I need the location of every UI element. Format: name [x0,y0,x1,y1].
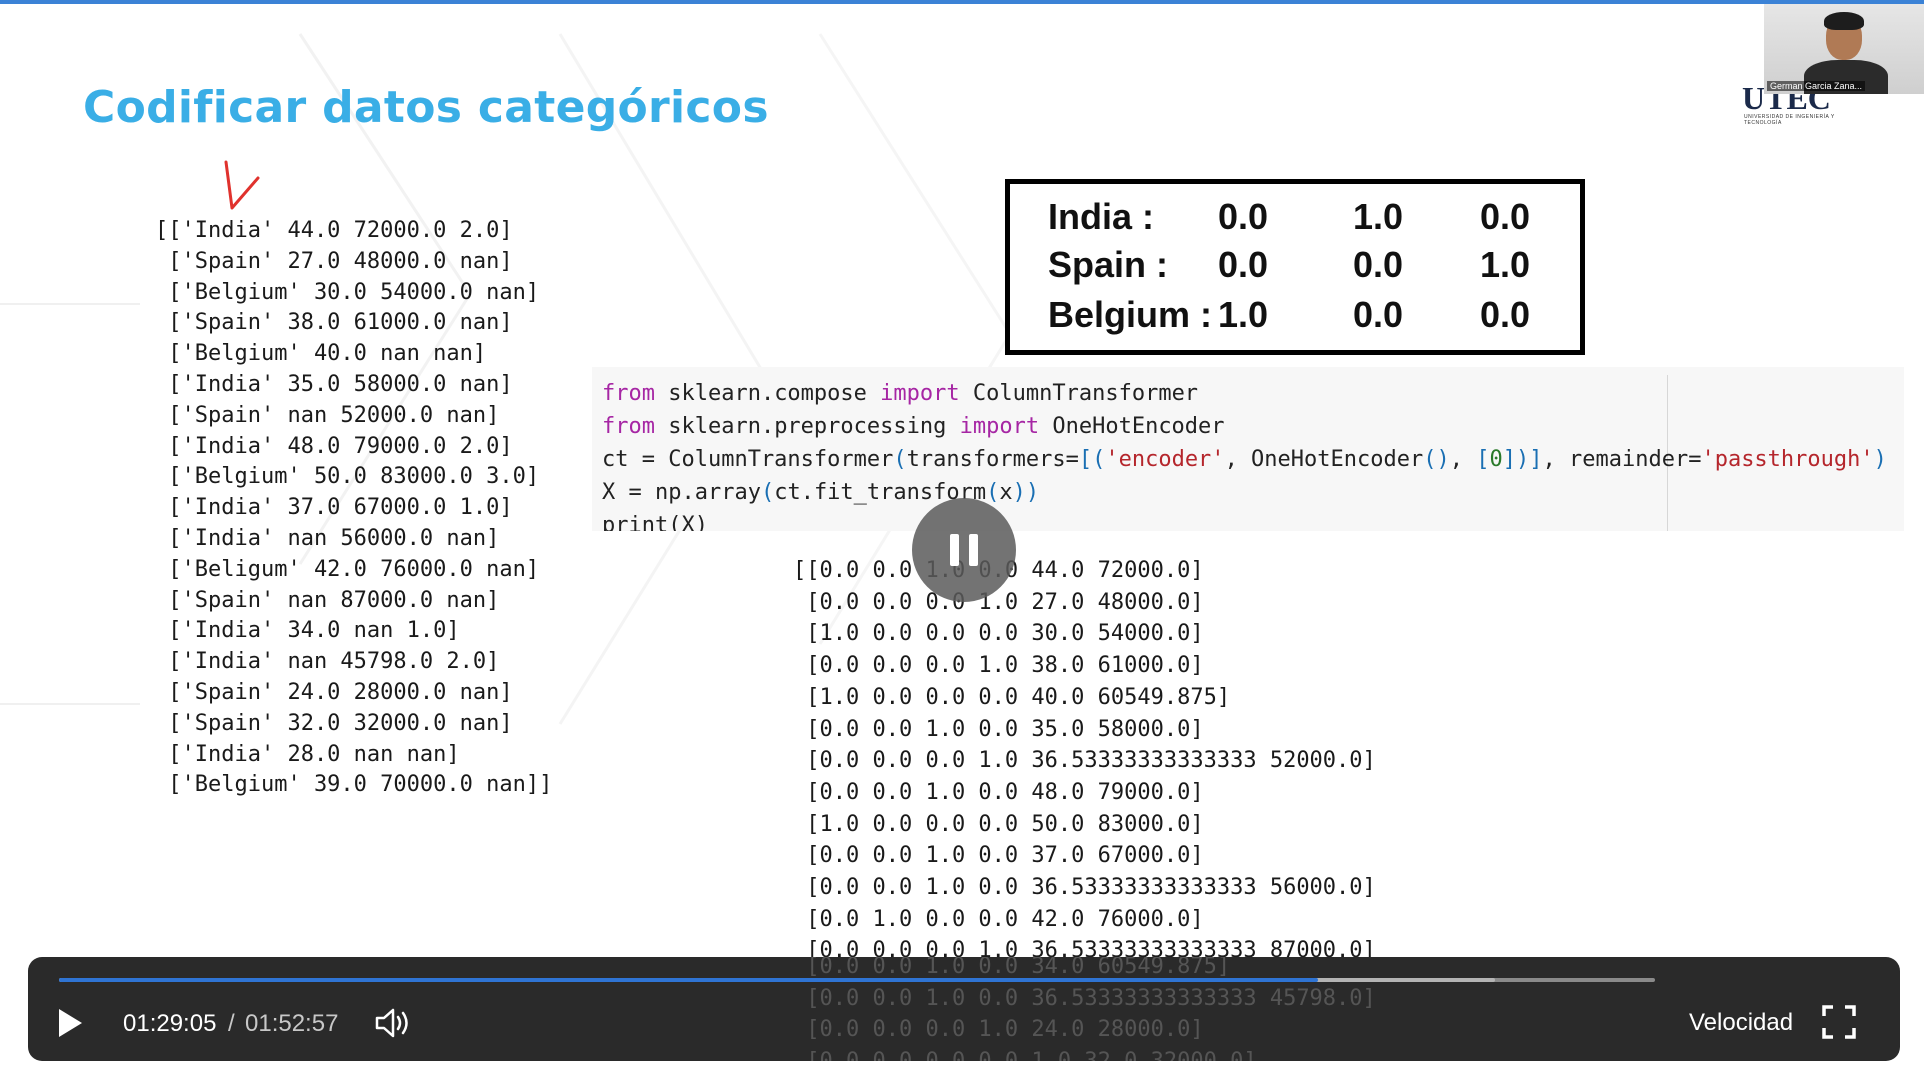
encoded-row: [0.0 0.0 0.0 0.0 1.0 32.0 32000.0] [793,1046,1376,1061]
encoded-row: [0.0 0.0 1.0 0.0 36.53333333333333 56000… [793,875,1376,901]
play-icon[interactable] [56,1007,84,1039]
encoded-array-behind-player: [0.0 0.0 1.0 0.0 34.0 60549.875] [0.0 0.… [793,957,1376,1061]
code-cell[interactable]: from sklearn.compose import ColumnTransf… [592,367,1904,531]
progress-bar[interactable] [59,978,1655,982]
encoded-row: [0.0 0.0 1.0 0.0 36.53333333333333 45798… [793,985,1376,1011]
encoded-row: [0.0 0.0 1.0 0.0 48.0 79000.0] [793,779,1204,805]
encoded-row: [0.0 0.0 1.0 0.0 37.0 67000.0] [793,843,1204,869]
onehot-mapping-table: India :0.0 1.0 0.0 Spain :0.0 0.0 1.0 Belgium … [1005,179,1585,355]
line-3: ct = ColumnTransformer(transformers=[('e… [602,447,1887,472]
array-row: ['Spain' 38.0 61000.0 nan] [155,310,513,336]
array-row: [['India' 44.0 72000.0 2.0] [155,218,513,243]
time-separator: / [228,1010,235,1037]
array-row: ['Spain' nan 52000.0 nan] [155,402,500,428]
encoded-row: [0.0 0.0 0.0 1.0 24.0 28000.0] [793,1017,1204,1043]
encoded-array-output: [[0.0 0.0 1.0 0.0 44.0 72000.0] [0.0 0.0… [793,555,1376,967]
onehot-value: 1.0 [1480,244,1531,285]
participant-name: German Garcia Zana... [1767,81,1866,91]
slide-title: Codificar datos categóricos [83,82,769,133]
current-time: 01:29:05 [123,1010,217,1037]
onehot-value: 0.0 [1218,244,1269,285]
line-1: from sklearn.compose import ColumnTransf… [602,381,1199,406]
line-5: print(X) [602,513,708,531]
original-array-output: [['India' 44.0 72000.0 2.0] ['Spain' 27.… [155,216,552,801]
fullscreen-icon[interactable] [1822,1005,1856,1039]
logo-subtext: UNIVERSIDAD DE INGENIERÍA Y TECNOLOGÍA [1744,114,1835,126]
progress-fill [59,978,1318,982]
array-row: ['India' 35.0 58000.0 nan] [155,371,513,397]
presenter-hair [1824,12,1864,30]
array-row: ['India' 28.0 nan nan] [155,741,460,767]
video-frame[interactable]: Codificar datos categóricos [['India' 44… [0,4,1924,1072]
encoded-row: [0.0 0.0 0.0 1.0 36.53333333333333 52000… [793,748,1376,774]
encoded-row: [0.0 1.0 0.0 0.0 42.0 76000.0] [793,906,1204,932]
center-pause-button[interactable] [912,498,1016,602]
volume-icon[interactable] [374,1007,412,1039]
array-row: ['Spain' 24.0 28000.0 nan] [155,679,513,705]
duration-time: 01:52:57 [245,1010,339,1037]
encoded-row: [[0.0 0.0 1.0 0.0 44.0 72000.0] [793,558,1204,583]
array-row: ['Belgium' 30.0 54000.0 nan] [155,279,540,305]
array-row: ['Spain' 27.0 48000.0 nan] [155,248,513,274]
array-row: ['Beligum' 42.0 76000.0 nan] [155,556,540,582]
encoded-row: [1.0 0.0 0.0 0.0 30.0 54000.0] [793,621,1204,647]
array-row: ['India' 37.0 67000.0 1.0] [155,495,513,521]
onehot-value: 0.0 [1353,294,1404,335]
encoded-row: [0.0 0.0 0.0 1.0 38.0 61000.0] [793,653,1204,679]
onehot-value: 1.0 [1353,196,1404,237]
code-content: from sklearn.compose import ColumnTransf… [602,377,1887,531]
line-2: from sklearn.preprocessing import OneHot… [602,414,1225,439]
array-row: ['India' 34.0 nan 1.0] [155,618,460,644]
speed-button[interactable]: Velocidad [1689,1009,1793,1037]
array-row: ['India' nan 45798.0 2.0] [155,649,500,675]
webcam-thumbnail[interactable]: German Garcia Zana... [1764,4,1924,94]
hand-drawn-arrow-icon [224,160,260,210]
pause-icon-bar-right [969,534,978,566]
onehot-value: 0.0 [1218,196,1269,237]
onehot-value: 0.0 [1480,294,1531,335]
video-control-bar[interactable]: [0.0 0.0 1.0 0.0 34.0 60549.875] [0.0 0.… [28,957,1900,1061]
onehot-value: 1.0 [1218,294,1269,335]
array-row: ['Spain' nan 87000.0 nan] [155,587,500,613]
onehot-label: Belgium : [1048,294,1213,335]
array-row: ['India' nan 56000.0 nan] [155,525,500,551]
onehot-label: Spain : [1048,244,1169,285]
encoded-row: [0.0 0.0 0.0 1.0 27.0 48000.0] [793,589,1204,615]
onehot-label: India : [1048,196,1154,237]
array-row: ['India' 48.0 79000.0 2.0] [155,433,513,459]
array-row: ['Belgium' 50.0 83000.0 3.0] [155,464,540,490]
array-row: ['Spain' 32.0 32000.0 nan] [155,710,513,736]
encoded-row: [1.0 0.0 0.0 0.0 50.0 83000.0] [793,811,1204,837]
pause-icon-bar-left [950,534,959,566]
onehot-value: 0.0 [1480,196,1531,237]
array-row: ['Belgium' 39.0 70000.0 nan]] [155,772,553,798]
encoded-row: [0.0 0.0 1.0 0.0 35.0 58000.0] [793,716,1204,742]
encoded-row: [1.0 0.0 0.0 0.0 40.0 60549.875] [793,684,1231,710]
onehot-value: 0.0 [1353,244,1404,285]
array-row: ['Belgium' 40.0 nan nan] [155,341,487,367]
